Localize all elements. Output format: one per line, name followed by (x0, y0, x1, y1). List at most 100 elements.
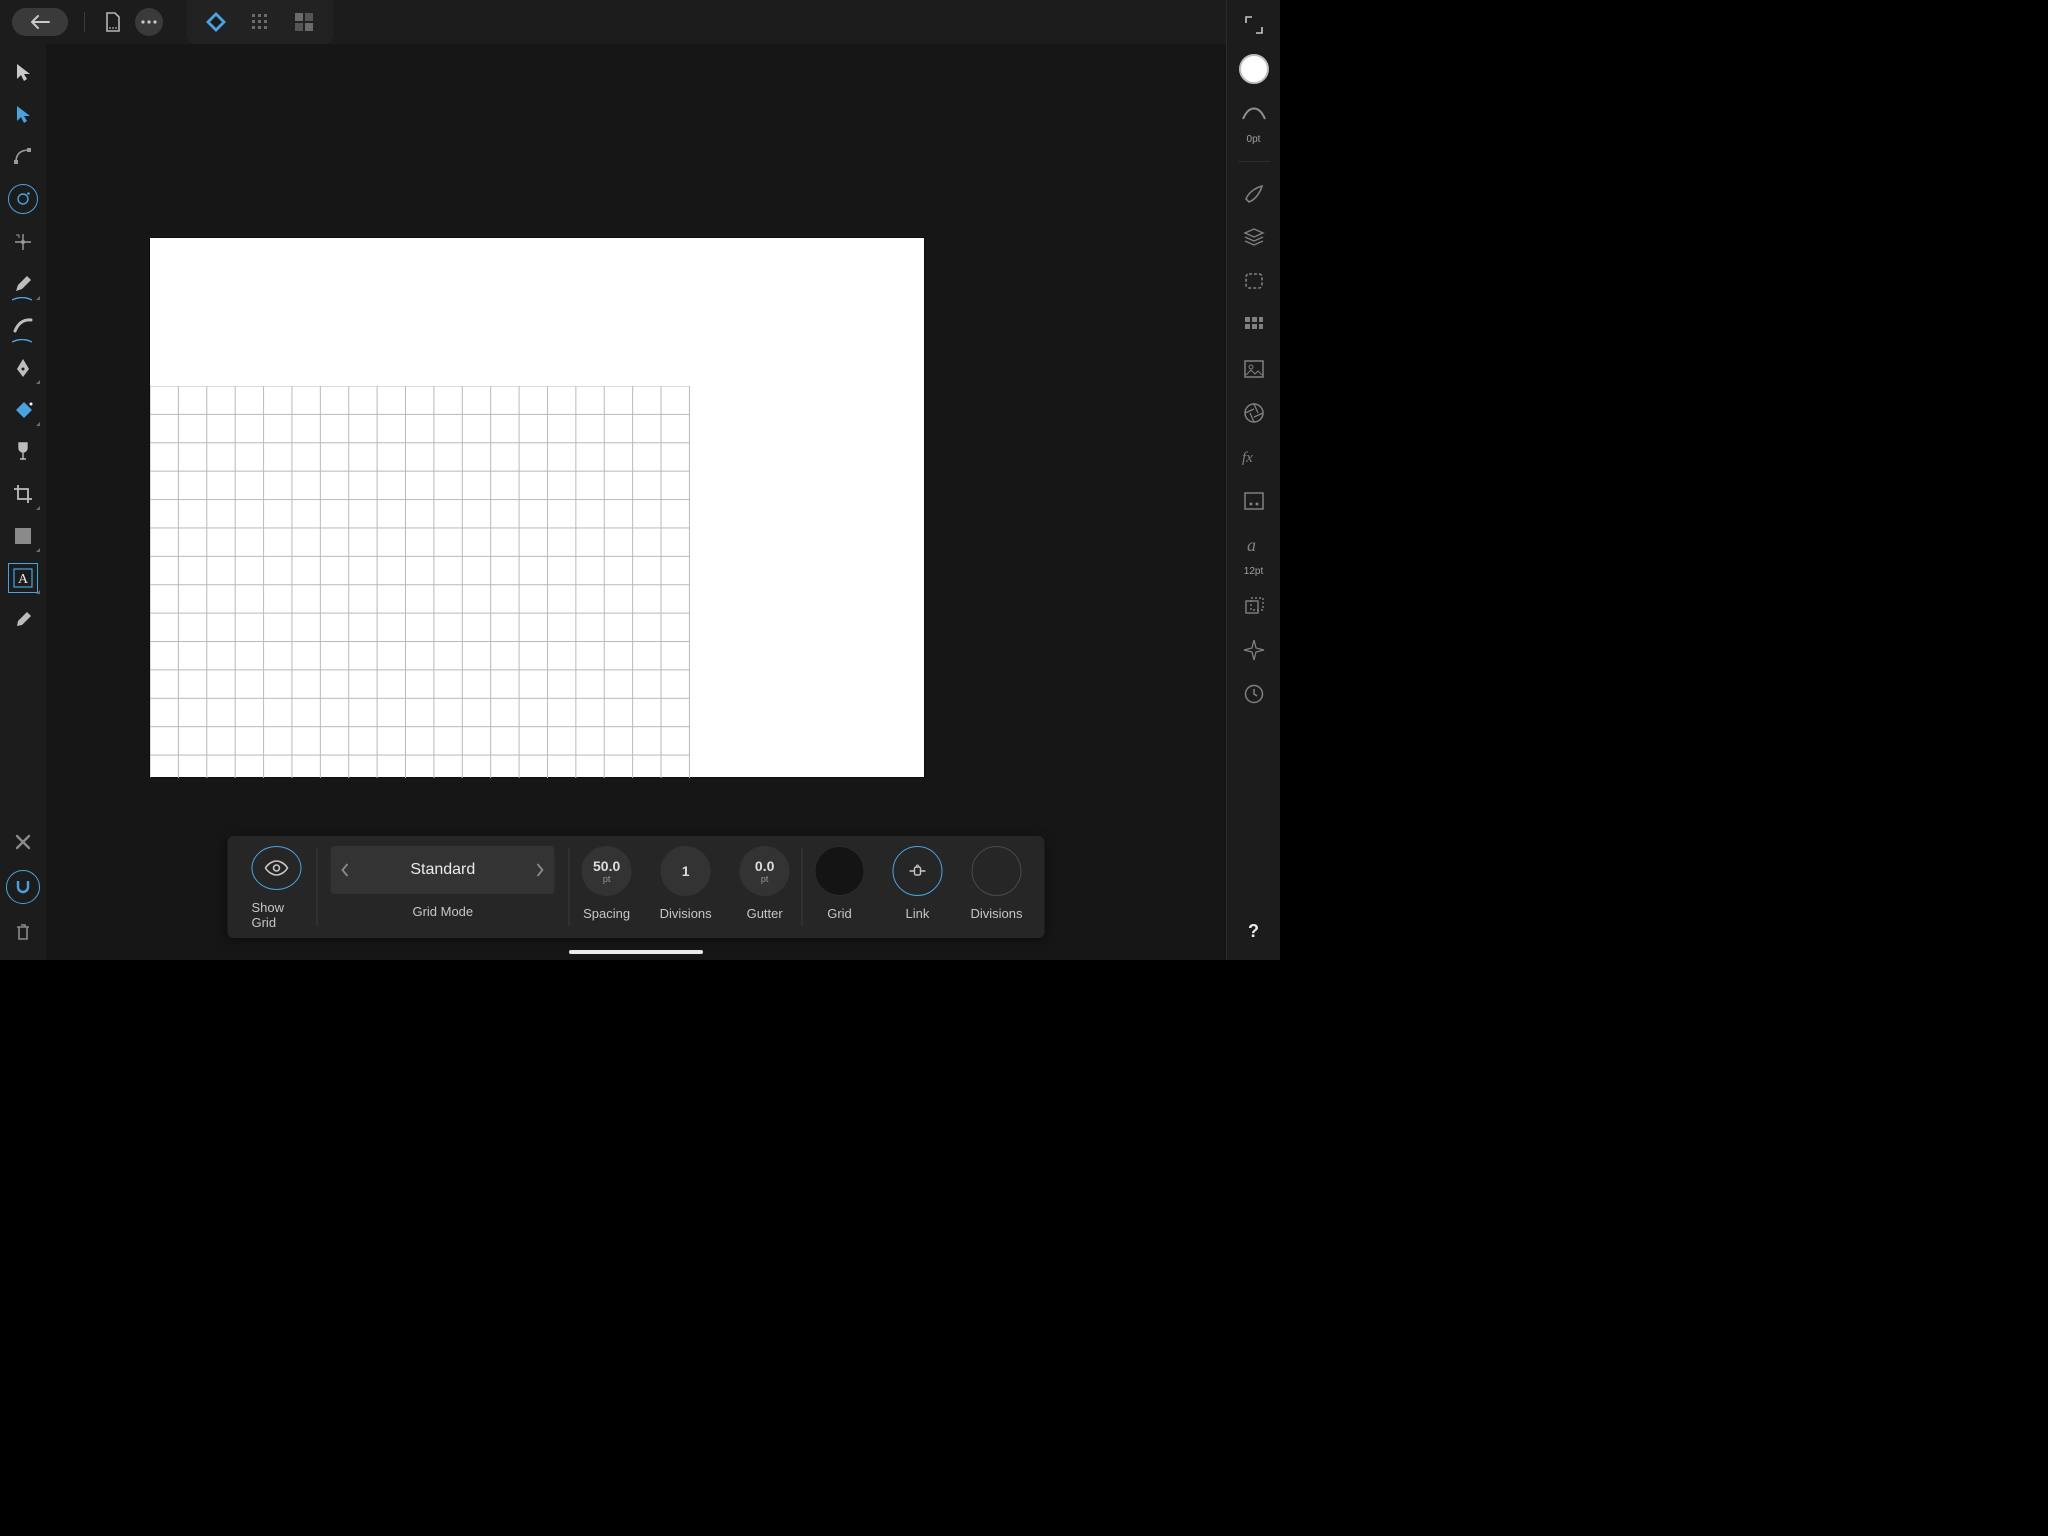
corner-tool[interactable] (9, 142, 37, 170)
rectangle-icon (13, 526, 33, 546)
studio-rail: 0pt fx a 12pt ? (1226, 0, 1280, 960)
pencil-tool[interactable] (9, 270, 37, 298)
separator (1238, 161, 1270, 162)
snapping-toggle[interactable] (6, 870, 40, 904)
back-button[interactable] (12, 8, 68, 36)
text-size-label: 12pt (1244, 566, 1263, 577)
color-picker-tool[interactable] (9, 606, 37, 634)
styles-panel[interactable] (1239, 486, 1269, 516)
vector-brush-tool[interactable] (9, 312, 37, 340)
export-slices-icon (293, 11, 315, 33)
next-mode-button[interactable] (527, 862, 555, 878)
chevron-left-icon (340, 862, 350, 878)
move-tool[interactable] (9, 58, 37, 86)
prev-mode-button[interactable] (331, 862, 359, 878)
close-tool[interactable] (9, 828, 37, 856)
pen-tool[interactable] (9, 354, 37, 382)
document-icon (104, 12, 122, 32)
node-cursor-icon (15, 104, 32, 124)
node-tool[interactable] (9, 100, 37, 128)
divisions-knob[interactable]: 1 (661, 846, 711, 896)
transform-panel[interactable] (1239, 591, 1269, 621)
stroke-panel[interactable] (1239, 98, 1269, 128)
more-menu-button[interactable] (135, 8, 163, 36)
pencil-icon (13, 274, 33, 294)
gutter-label: Gutter (747, 906, 783, 921)
grid-mode-section: Standard Grid Mode (317, 844, 569, 930)
canvas-stage[interactable]: Show Grid Standard Grid Mode 50.0 pt Spa… (46, 44, 1226, 960)
grid-overlay (150, 386, 690, 778)
text-frame-tool[interactable]: A (9, 564, 37, 592)
pixel-persona-tab[interactable] (249, 11, 271, 33)
swatches-panel[interactable] (1239, 310, 1269, 340)
cursor-icon (15, 62, 32, 82)
crop-icon (12, 483, 34, 505)
spacing-value: 50.0 (593, 859, 620, 873)
context-toolbar: Show Grid Standard Grid Mode 50.0 pt Spa… (227, 836, 1044, 938)
spacing-unit: pt (603, 874, 611, 884)
pixel-grid-icon (249, 11, 271, 33)
clock-icon (1243, 683, 1265, 705)
history-panel[interactable] (1239, 679, 1269, 709)
tools-rail: A (0, 44, 46, 960)
grid-mode-value: Standard (359, 861, 527, 879)
fx-panel[interactable]: fx (1239, 442, 1269, 472)
spacing-knob[interactable]: 50.0 pt (582, 846, 632, 896)
text-panel[interactable]: a (1239, 530, 1269, 560)
brushes-panel[interactable] (1239, 178, 1269, 208)
adjustments-panel[interactable] (1239, 398, 1269, 428)
stroke-width-label: 0pt (1247, 134, 1261, 145)
marquee-icon (1243, 271, 1265, 291)
point-transform-tool[interactable] (9, 228, 37, 256)
shape-tool[interactable] (9, 522, 37, 550)
transparency-tool[interactable] (9, 438, 37, 466)
svg-text:A: A (18, 572, 29, 587)
layers-icon (1243, 227, 1265, 247)
grid-color-swatch[interactable] (814, 846, 864, 896)
eye-icon (264, 859, 290, 877)
link-label: Link (906, 906, 930, 921)
separator (84, 12, 85, 32)
fill-color-swatch[interactable] (1239, 54, 1269, 84)
eyedropper-icon (13, 610, 33, 630)
gutter-unit: pt (761, 874, 769, 884)
image-icon (1243, 359, 1265, 379)
designer-persona-tab[interactable] (205, 11, 227, 33)
crop-tool[interactable] (9, 480, 37, 508)
designer-persona-icon (205, 11, 227, 33)
link-toggle[interactable] (892, 846, 942, 896)
pencil-underline-icon (12, 297, 32, 302)
document-menu-button[interactable] (101, 10, 125, 34)
grid-mode-label: Grid Mode (412, 904, 473, 919)
divisions-label: Divisions (660, 906, 712, 921)
topbar (0, 0, 1280, 44)
color-link-group: Grid Link Divisions (802, 844, 1034, 930)
question-mark-icon: ? (1248, 921, 1259, 942)
export-persona-tab[interactable] (293, 11, 315, 33)
show-grid-label: Show Grid (251, 900, 302, 930)
chevron-right-icon (536, 862, 546, 878)
artboard[interactable] (150, 238, 924, 777)
divisions-color-swatch[interactable] (971, 846, 1021, 896)
delete-button[interactable] (9, 918, 37, 946)
gutter-knob[interactable]: 0.0 pt (740, 846, 790, 896)
navigator-panel[interactable] (1239, 635, 1269, 665)
fill-tool[interactable] (9, 396, 37, 424)
stock-panel[interactable] (1239, 354, 1269, 384)
layers-panel[interactable] (1239, 222, 1269, 252)
arrow-left-icon (29, 14, 51, 30)
selection-panel[interactable] (1239, 266, 1269, 296)
paintbrush-icon (1243, 183, 1265, 203)
grid-mode-selector[interactable]: Standard (331, 846, 555, 894)
spacing-group: 50.0 pt Spacing 1 Divisions 0.0 pt (570, 844, 802, 930)
ellipsis-icon (141, 20, 157, 24)
fullscreen-toggle[interactable] (1239, 10, 1269, 40)
help-button[interactable]: ? (1239, 916, 1269, 946)
point-transform-icon (12, 231, 34, 253)
expand-icon (1244, 15, 1264, 35)
show-grid-toggle[interactable] (252, 846, 302, 890)
link-lock-icon (906, 864, 928, 878)
contour-tool[interactable] (8, 184, 38, 214)
transform-icon (1243, 596, 1265, 616)
text-frame-icon: A (13, 568, 33, 588)
